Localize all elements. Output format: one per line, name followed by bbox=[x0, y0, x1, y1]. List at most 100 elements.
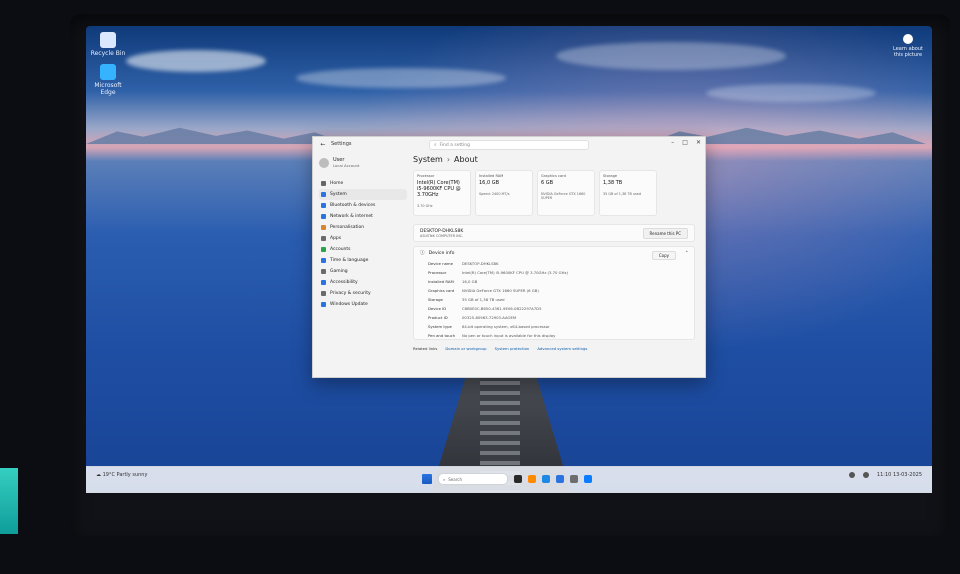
user-subtitle: Local Account bbox=[333, 163, 360, 168]
search-input[interactable]: ⌕ Find a setting bbox=[429, 140, 589, 150]
card-value: Intel(R) Core(TM) i5-9600KF CPU @ 3.70GH… bbox=[417, 180, 461, 198]
spec-key: Graphics card bbox=[428, 288, 455, 293]
info-icon: ⓘ bbox=[420, 251, 425, 256]
spotlight-button[interactable]: Learn about this picture bbox=[890, 34, 926, 58]
sidebar-item[interactable]: Windows Update bbox=[319, 299, 407, 310]
spec-cards: Processor Intel(R) Core(TM) i5-9600KF CP… bbox=[413, 170, 695, 216]
desktop-icon-recycle-bin[interactable]: Recycle Bin bbox=[88, 32, 128, 57]
taskbar-app-icon[interactable] bbox=[584, 475, 592, 483]
card-sub: 3.70 GHz bbox=[417, 204, 433, 208]
taskbar-apps bbox=[514, 475, 592, 483]
sidebar-item[interactable]: Privacy & security bbox=[319, 288, 407, 299]
sidebar-item[interactable]: Network & internet bbox=[319, 211, 407, 222]
sidebar-item-label: Home bbox=[330, 181, 344, 186]
desktop-icon-label: Microsoft Edge bbox=[94, 82, 122, 96]
start-button[interactable] bbox=[422, 474, 432, 484]
clock[interactable]: 11:10 13-03-2025 bbox=[877, 472, 922, 478]
camera-icon bbox=[903, 34, 913, 44]
spec-row: Device ID C8B0E0C-B650-4361-9E06-0B22297A… bbox=[414, 304, 694, 313]
spec-value: Intel(R) Core(TM) i5-9600KF CPU @ 3.70GH… bbox=[462, 270, 568, 275]
back-arrow-icon[interactable]: ← bbox=[319, 141, 327, 148]
apps-icon bbox=[321, 236, 326, 241]
gaming-icon bbox=[321, 269, 326, 274]
card-value: 6 GB bbox=[541, 180, 554, 186]
weather-text: 19°C Partly sunny bbox=[102, 472, 148, 478]
maximize-icon[interactable]: □ bbox=[682, 139, 688, 146]
volume-icon[interactable] bbox=[862, 472, 869, 478]
window-controls: – □ ✕ bbox=[671, 139, 701, 146]
copy-button[interactable]: Copy bbox=[651, 251, 676, 260]
sidebar-item[interactable]: Time & language bbox=[319, 255, 407, 266]
device-info-title: Device info bbox=[428, 250, 455, 256]
sidebar-item[interactable]: Accounts bbox=[319, 244, 407, 255]
sidebar-item[interactable]: Bluetooth & devices bbox=[319, 200, 407, 211]
card-sub: NVIDIA GeForce GTX 1660 SUPER bbox=[541, 192, 586, 200]
chevron-up-icon[interactable]: ˄ bbox=[686, 251, 689, 257]
nav-list: Home System Bluetooth & devices Network & i… bbox=[319, 178, 407, 310]
sidebar-item[interactable]: Gaming bbox=[319, 266, 407, 277]
spec-key: Pen and touch bbox=[428, 333, 456, 338]
shield-icon bbox=[321, 291, 326, 296]
spotlight-label: Learn about this picture bbox=[893, 46, 923, 58]
card-label: Installed RAM bbox=[479, 174, 504, 178]
edge-icon bbox=[100, 64, 116, 80]
date: 13-03-2025 bbox=[892, 472, 922, 478]
taskbar-app-icon[interactable] bbox=[556, 475, 564, 483]
chevron-right-icon: › bbox=[446, 155, 451, 164]
card-value: 1,38 TB bbox=[603, 180, 623, 186]
cloud bbox=[126, 50, 266, 72]
cloud bbox=[706, 84, 876, 102]
search-placeholder: Find a setting bbox=[439, 142, 470, 148]
pc-rgb-glow bbox=[0, 468, 18, 534]
recycle-bin-icon bbox=[100, 32, 116, 48]
device-bar: DESKTOP-DHKLS8K ASUSTeK COMPUTER INC. Re… bbox=[413, 224, 695, 242]
spec-row: Product ID 00325-80963-72903-AAOEM bbox=[414, 313, 694, 322]
app-title: Settings bbox=[331, 141, 352, 147]
minimize-icon[interactable]: – bbox=[671, 139, 674, 146]
user-card[interactable]: User Local Account bbox=[319, 157, 407, 168]
taskbar-app-icon[interactable] bbox=[570, 475, 578, 483]
card-graphics: Graphics card 6 GB NVIDIA GeForce GTX 16… bbox=[537, 170, 595, 216]
sidebar-item[interactable]: System bbox=[319, 189, 407, 200]
rename-pc-button[interactable]: Rename this PC bbox=[642, 227, 688, 239]
network-icon[interactable] bbox=[848, 472, 855, 478]
taskbar-app-icon[interactable] bbox=[542, 475, 550, 483]
spec-row: Storage 35 GB of 1,38 TB used bbox=[414, 295, 694, 304]
close-icon[interactable]: ✕ bbox=[696, 139, 701, 146]
link-advanced-system-settings[interactable]: Advanced system settings bbox=[537, 346, 587, 351]
accessibility-icon bbox=[321, 280, 326, 285]
spec-value: NVIDIA GeForce GTX 1660 SUPER (6 GB) bbox=[462, 288, 539, 293]
spec-value: No pen or touch input is available for t… bbox=[462, 333, 556, 338]
sidebar-item[interactable]: Apps bbox=[319, 233, 407, 244]
taskbar-app-icon[interactable] bbox=[514, 475, 522, 483]
search-icon: ⌕ bbox=[443, 476, 446, 482]
spec-row: Installed RAM 16,0 GB bbox=[414, 277, 694, 286]
page-title-page: About bbox=[454, 155, 478, 164]
page-title-section[interactable]: System bbox=[413, 155, 443, 164]
network-icon bbox=[321, 214, 326, 219]
link-domain-workgroup[interactable]: Domain or workgroup bbox=[445, 346, 486, 351]
taskbar-search-placeholder: Search bbox=[448, 476, 462, 482]
system-tray: 11:10 13-03-2025 bbox=[848, 472, 922, 478]
spec-key: Device name bbox=[428, 261, 453, 266]
weather-widget[interactable]: ☁ 19°C Partly sunny bbox=[96, 472, 147, 478]
card-ram: Installed RAM 16,0 GB Speed: 2400 MT/s bbox=[475, 170, 533, 216]
taskbar-search[interactable]: ⌕ Search bbox=[438, 473, 508, 485]
sidebar-item[interactable]: Home bbox=[319, 178, 407, 189]
taskbar-app-icon[interactable] bbox=[528, 475, 536, 483]
desktop-screen: Recycle Bin Microsoft Edge Learn about t… bbox=[86, 26, 932, 492]
link-system-protection[interactable]: System protection bbox=[495, 346, 530, 351]
spec-key: System type bbox=[428, 324, 452, 329]
card-value: 16,0 GB bbox=[479, 180, 500, 186]
card-label: Graphics card bbox=[541, 174, 566, 178]
sidebar-item[interactable]: Accessibility bbox=[319, 277, 407, 288]
spec-row: Pen and touch No pen or touch input is av… bbox=[414, 331, 694, 340]
desktop-icon-edge[interactable]: Microsoft Edge bbox=[88, 64, 128, 96]
spec-row: System type 64-bit operating system, x64-… bbox=[414, 322, 694, 331]
sidebar-item[interactable]: Personalisation bbox=[319, 222, 407, 233]
spec-value: C8B0E0C-B650-4361-9E06-0B22297A7D5 bbox=[462, 306, 542, 311]
settings-window[interactable]: ← Settings ⌕ Find a setting – □ ✕ User L… bbox=[312, 136, 706, 378]
cloud bbox=[556, 42, 786, 70]
system-icon bbox=[321, 192, 326, 197]
sidebar-item-label: Gaming bbox=[330, 269, 348, 274]
